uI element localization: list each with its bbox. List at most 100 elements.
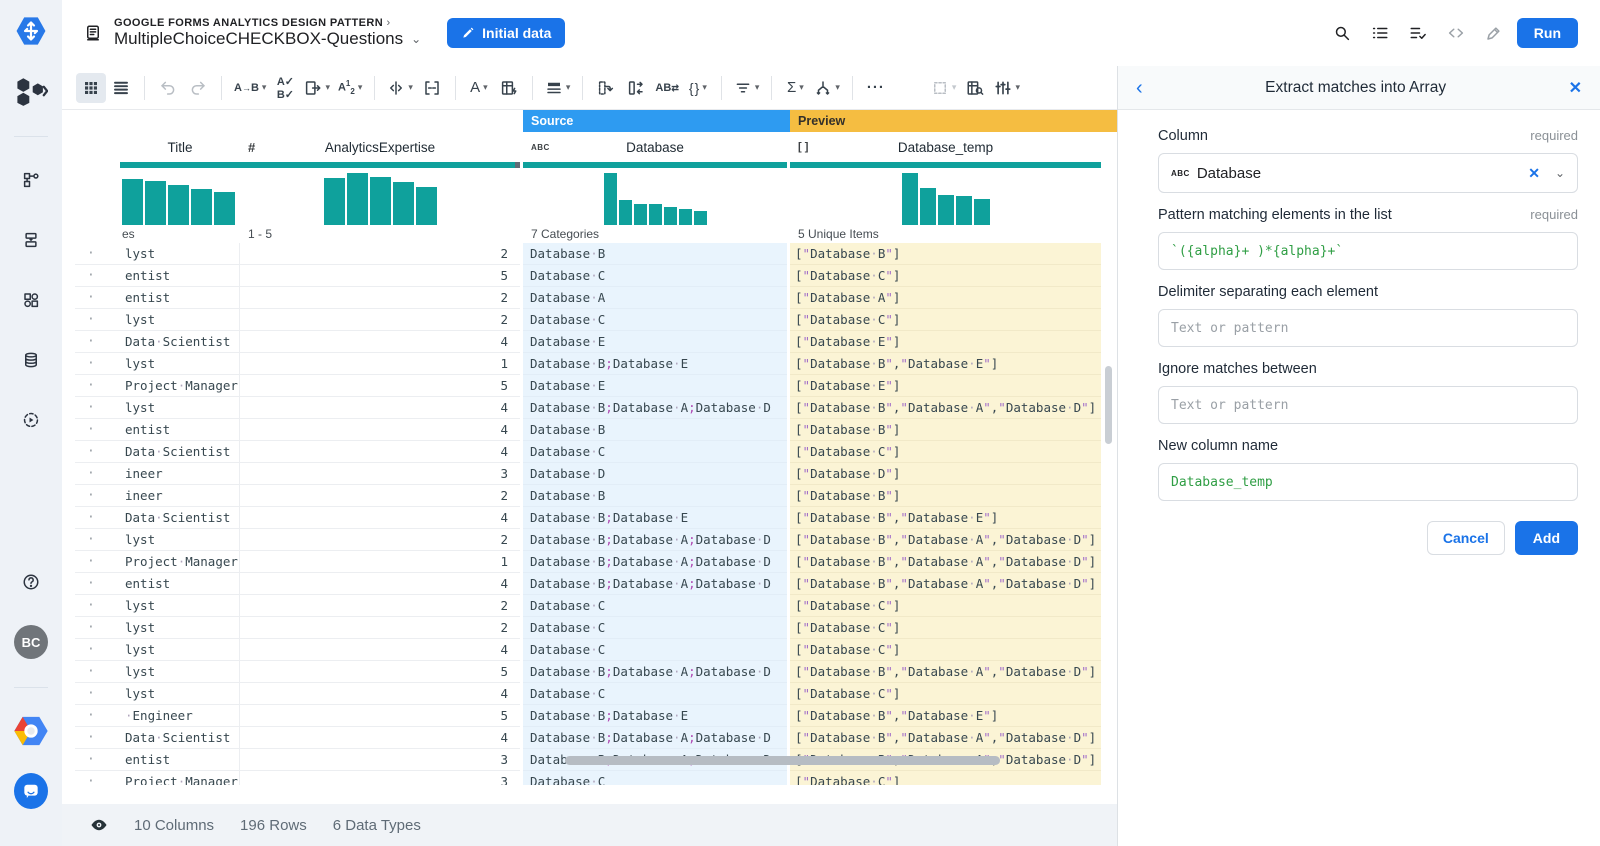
column-header-title[interactable]: Title — [120, 140, 240, 155]
join-button[interactable]: ▾ — [810, 73, 844, 103]
plans-icon[interactable] — [14, 283, 48, 317]
new-column-name-input[interactable] — [1158, 463, 1578, 501]
cell-database-temp[interactable]: ["Database·B","Database·A","Database·D"] — [790, 397, 1101, 419]
cell-database-temp[interactable]: ["Database·B"] — [790, 485, 1101, 507]
cell-database-temp[interactable]: ["Database·E"] — [790, 375, 1101, 397]
cell-database-temp[interactable]: ["Database·C"] — [790, 683, 1101, 705]
cell-title[interactable]: lyst — [120, 353, 240, 375]
clear-selection-icon[interactable]: ✕ — [1528, 165, 1540, 182]
cell-database[interactable]: Database·C — [523, 265, 787, 287]
cell-title[interactable]: lyst — [120, 617, 240, 639]
gcp-logo[interactable] — [14, 714, 48, 748]
cell-title[interactable]: Project·Manager — [120, 375, 240, 397]
cell-database[interactable]: Database·B;Database·E — [523, 705, 787, 727]
quality-bar-database_temp[interactable] — [790, 162, 1101, 168]
cell-database-temp[interactable]: ["Database·B","Database·A","Database·D"] — [790, 727, 1101, 749]
cell-database-temp[interactable]: ["Database·A"] — [790, 287, 1101, 309]
histogram-database_temp[interactable] — [902, 173, 990, 225]
quality-bar-title[interactable] — [120, 162, 240, 168]
row-marker[interactable]: · — [75, 243, 120, 265]
cell-database[interactable]: Database·B;Database·A;Database·D — [523, 397, 787, 419]
functions-button[interactable]: { }▾ — [683, 73, 713, 103]
quality-bar-analyticsexpertise[interactable] — [240, 162, 520, 168]
row-marker[interactable]: · — [75, 639, 120, 661]
cancel-button[interactable]: Cancel — [1427, 521, 1505, 555]
row-marker[interactable]: · — [75, 441, 120, 463]
row-marker[interactable]: · — [75, 617, 120, 639]
cell-database-temp[interactable]: ["Database·B"] — [790, 243, 1101, 265]
quality-bar-database[interactable] — [523, 162, 787, 168]
visibility-eye-icon[interactable] — [90, 816, 108, 834]
cell-title[interactable]: Data·Scientist — [120, 331, 240, 353]
cell-expertise[interactable]: 4 — [240, 507, 520, 529]
sample-picker-icon[interactable] — [1485, 24, 1503, 42]
cell-expertise[interactable]: 4 — [240, 683, 520, 705]
cell-database-temp[interactable]: ["Database·B","Database·E"] — [790, 705, 1101, 727]
cell-database-temp[interactable]: ["Database·C"] — [790, 771, 1101, 785]
cell-database-temp[interactable]: ["Database·B","Database·A","Database·D"] — [790, 661, 1101, 683]
cell-database-temp[interactable]: ["Database·D"] — [790, 463, 1101, 485]
flow-view-icon[interactable] — [14, 163, 48, 197]
cell-database-temp[interactable]: ["Database·B","Database·E"] — [790, 353, 1101, 375]
cell-database-temp[interactable]: ["Database·B","Database·E"] — [790, 507, 1101, 529]
cell-database[interactable]: Database·B — [523, 243, 787, 265]
cell-expertise[interactable]: 5 — [240, 661, 520, 683]
cell-expertise[interactable]: 5 — [240, 375, 520, 397]
cell-database[interactable]: Database·B;Database·A;Database·D — [523, 661, 787, 683]
cell-database[interactable]: Database·B;Database·E — [523, 353, 787, 375]
column-header-database[interactable]: ABCDatabase — [523, 140, 787, 155]
cell-database[interactable]: Database·C — [523, 441, 787, 463]
cell-database[interactable]: Database·E — [523, 331, 787, 353]
cell-database-temp[interactable]: ["Database·B","Database·A","Database·D"] — [790, 573, 1101, 595]
cell-title[interactable]: ineer — [120, 485, 240, 507]
cell-database-temp[interactable]: ["Database·C"] — [790, 595, 1101, 617]
cell-database-temp[interactable]: ["Database·B"] — [790, 419, 1101, 441]
run-button[interactable]: Run — [1517, 18, 1578, 48]
cell-database-temp[interactable]: ["Database·C"] — [790, 617, 1101, 639]
filter-button[interactable]: ▾ — [730, 73, 764, 103]
cell-title[interactable]: lyst — [120, 529, 240, 551]
chat-support-icon[interactable] — [14, 774, 48, 808]
cell-title[interactable]: Project·Manager — [120, 551, 240, 573]
cell-expertise[interactable]: 5 — [240, 705, 520, 727]
cell-title[interactable]: lyst — [120, 639, 240, 661]
initial-data-button[interactable]: Initial data — [447, 18, 565, 48]
cell-database[interactable]: Database·C — [523, 595, 787, 617]
user-avatar[interactable]: BC — [14, 625, 48, 659]
cell-title[interactable]: Data·Scientist — [120, 727, 240, 749]
cell-expertise[interactable]: 3 — [240, 749, 520, 771]
panel-close-icon[interactable]: ✕ — [1569, 78, 1582, 98]
merge-columns-button[interactable] — [417, 73, 447, 103]
row-marker[interactable]: · — [75, 309, 120, 331]
flows-nav-icon[interactable] — [14, 74, 48, 108]
row-marker[interactable]: · — [75, 485, 120, 507]
list-view-button[interactable] — [106, 73, 136, 103]
cell-database-temp[interactable]: ["Database·C"] — [790, 265, 1101, 287]
search-icon[interactable] — [1333, 24, 1351, 42]
cell-title[interactable]: ·Engineer — [120, 705, 240, 727]
row-marker[interactable]: · — [75, 397, 120, 419]
cell-database[interactable]: Database·C — [523, 617, 787, 639]
move-column-button[interactable]: ▾ — [300, 73, 334, 103]
cell-database-temp[interactable]: ["Database·C"] — [790, 639, 1101, 661]
breadcrumb[interactable]: GOOGLE FORMS ANALYTICS DESIGN PATTERN › — [114, 17, 421, 29]
transpose-button[interactable] — [621, 73, 651, 103]
library-icon[interactable] — [14, 343, 48, 377]
cell-database-temp[interactable]: ["Database·E"] — [790, 331, 1101, 353]
recipe-icon[interactable] — [14, 223, 48, 257]
row-marker[interactable]: · — [75, 265, 120, 287]
cell-database[interactable]: Database·B — [523, 485, 787, 507]
cell-database[interactable]: Database·B — [523, 419, 787, 441]
cell-database-temp[interactable]: ["Database·B","Database·A","Database·D"] — [790, 551, 1101, 573]
ignore-input[interactable] — [1158, 386, 1578, 424]
row-marker[interactable]: · — [75, 353, 120, 375]
format-button[interactable]: A▾ — [464, 73, 494, 103]
cell-database[interactable]: Database·D — [523, 463, 787, 485]
cell-title[interactable]: entist — [120, 573, 240, 595]
row-marker[interactable]: · — [75, 507, 120, 529]
cell-title[interactable]: lyst — [120, 683, 240, 705]
cell-expertise[interactable]: 4 — [240, 573, 520, 595]
cell-database-temp[interactable]: ["Database·C"] — [790, 309, 1101, 331]
find-in-table-button[interactable] — [960, 73, 990, 103]
grid-view-button[interactable] — [76, 73, 106, 103]
